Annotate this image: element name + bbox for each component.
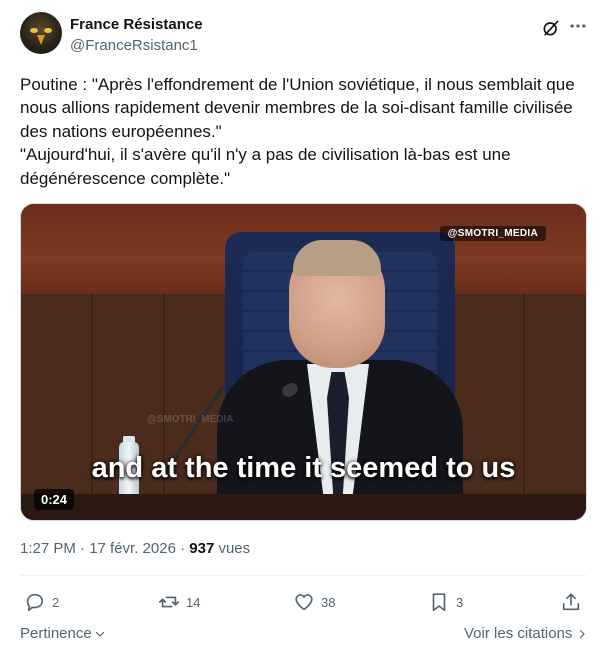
repost-count: 14: [186, 594, 201, 610]
share-button[interactable]: [560, 590, 582, 614]
chevron-down-icon: [95, 631, 104, 637]
like-icon: [295, 594, 313, 611]
views-count: 937: [189, 540, 215, 557]
relevance-sort-button[interactable]: Pertinence: [20, 625, 106, 642]
grok-icon[interactable]: [541, 18, 561, 38]
author-handle[interactable]: @FranceRsistanc1: [70, 37, 198, 54]
video-subtitle: and at the time it seemed to us: [91, 452, 516, 484]
view-quotes-label: Voir les citations: [464, 625, 573, 642]
video-faint-watermark: @SMOTRI_MEDIA: [147, 414, 234, 425]
video-duration-badge: 0:24: [34, 489, 75, 510]
avatar[interactable]: [20, 12, 62, 54]
tweet-text: Poutine : "Après l'effondrement de l'Uni…: [20, 73, 592, 190]
views-label: vues: [214, 540, 251, 557]
tweet-timestamp[interactable]: 1:27 PM · 17 févr. 2026 ·: [20, 540, 189, 557]
tweet-paragraph-2: "Aujourd'hui, il s'avère qu'il n'y a pas…: [20, 145, 511, 188]
video-speaker-hair: [293, 240, 381, 276]
reply-count: 2: [52, 594, 60, 610]
like-count: 38: [321, 594, 336, 610]
avatar-eye-left: [30, 28, 38, 33]
bookmark-button[interactable]: 3: [428, 590, 463, 614]
chevron-right-icon: [580, 629, 585, 638]
like-button[interactable]: 38: [293, 590, 335, 614]
reply-button[interactable]: 2: [24, 590, 59, 614]
avatar-eye-right: [44, 28, 52, 33]
retweet-icon: [159, 596, 179, 608]
tweet-meta: 1:27 PM · 17 févr. 2026 · 937 vues: [20, 540, 250, 557]
author-name[interactable]: France Résistance: [70, 16, 203, 33]
video-desk: [21, 494, 586, 520]
video-player[interactable]: @SMOTRI_MEDIA @SMOTRI_MEDIA and at the t…: [20, 203, 587, 521]
bookmark-icon: [432, 593, 446, 612]
view-quotes-link[interactable]: Voir les citations: [464, 625, 588, 642]
reply-icon: [26, 593, 44, 612]
divider: [20, 575, 587, 576]
more-icon[interactable]: [568, 16, 588, 36]
relevance-label: Pertinence: [20, 625, 92, 642]
tweet-paragraph-1: Poutine : "Après l'effondrement de l'Uni…: [20, 75, 575, 141]
avatar-beak: [37, 35, 45, 45]
share-icon: [562, 593, 580, 611]
bookmark-count: 3: [456, 594, 464, 610]
repost-button[interactable]: 14: [158, 590, 200, 614]
video-watermark: @SMOTRI_MEDIA: [439, 226, 546, 241]
